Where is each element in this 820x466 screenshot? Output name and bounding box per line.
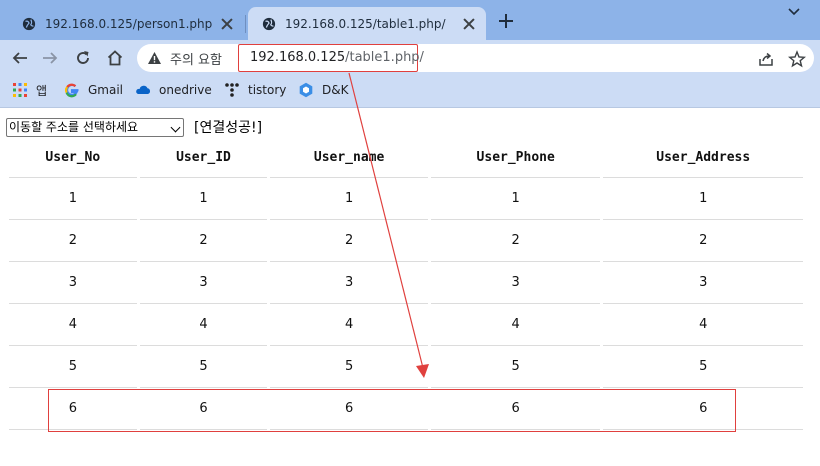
annotation-arrow (348, 72, 429, 378)
